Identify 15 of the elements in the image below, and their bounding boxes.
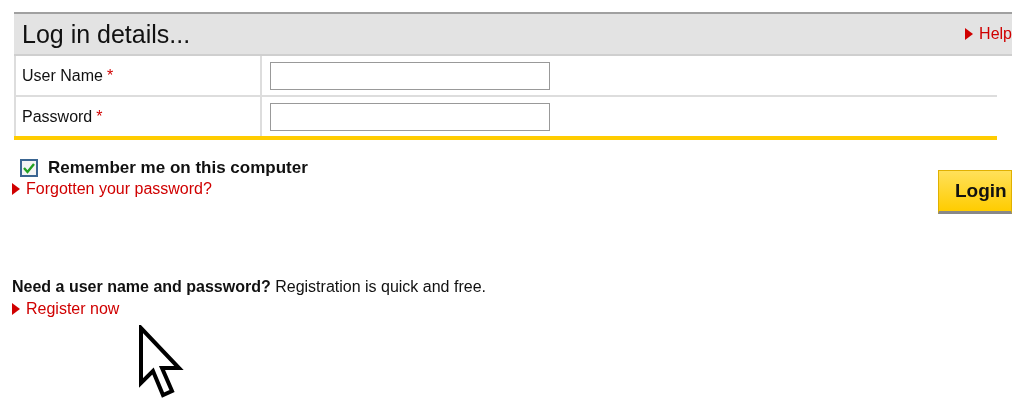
checkbox[interactable] [20,159,38,177]
login-button[interactable]: Login [938,170,1012,214]
triangle-bullet-icon [12,183,20,195]
forgot-password-link[interactable]: Forgotten your password? [12,180,212,198]
checkbox-label: Remember me on this computer [48,158,308,178]
input-field[interactable] [270,61,550,90]
field-label: Password * [14,97,262,136]
panel-title: Log in details... [22,19,191,49]
field-label: User Name * [14,56,262,95]
triangle-bullet-icon [12,303,20,315]
help-link[interactable]: Help [965,25,1012,43]
register-link[interactable]: Register now [12,300,120,318]
registration-text: Need a user name and password? Registration is quick and free. [12,278,487,296]
triangle-bullet-icon [965,28,974,40]
input-field[interactable] [270,102,550,131]
